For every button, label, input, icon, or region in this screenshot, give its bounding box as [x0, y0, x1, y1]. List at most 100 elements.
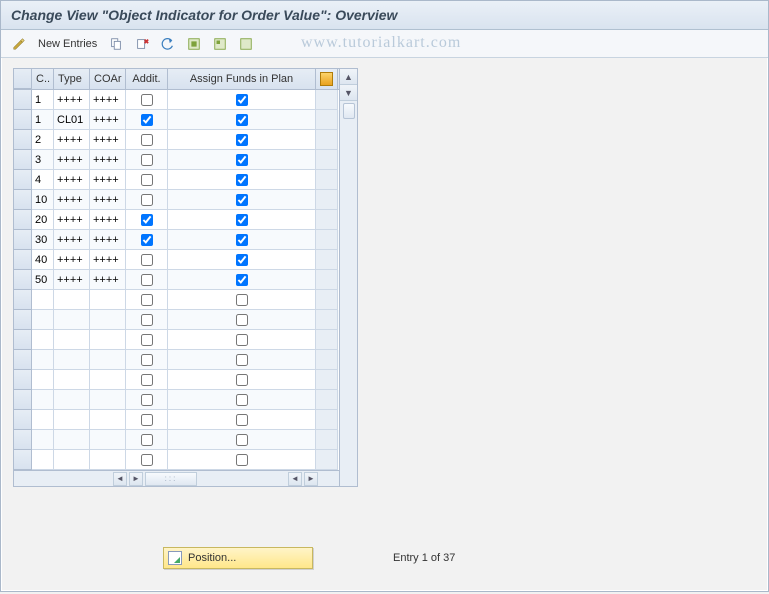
cell-c[interactable]: 1 [32, 90, 54, 110]
cell-coar[interactable]: ++++ [90, 130, 126, 150]
table-row[interactable]: 20++++++++ [14, 210, 339, 230]
afp-checkbox[interactable] [236, 114, 248, 126]
col-header-type[interactable]: Type [54, 69, 90, 89]
cell-coar[interactable] [90, 450, 126, 470]
afp-checkbox[interactable] [236, 294, 248, 306]
afp-checkbox[interactable] [236, 334, 248, 346]
table-row[interactable]: 1CL01++++ [14, 110, 339, 130]
cell-c[interactable] [32, 430, 54, 450]
delete-icon[interactable] [130, 34, 154, 54]
vertical-scrollbar[interactable]: ▲ ▼ [339, 69, 357, 486]
select-block-icon[interactable] [208, 34, 232, 54]
table-row[interactable]: 50++++++++ [14, 270, 339, 290]
cell-coar[interactable] [90, 370, 126, 390]
addit-checkbox[interactable] [141, 214, 153, 226]
afp-checkbox[interactable] [236, 354, 248, 366]
cell-type[interactable]: ++++ [54, 230, 90, 250]
vscroll-down-icon[interactable]: ▼ [340, 85, 357, 101]
addit-checkbox[interactable] [141, 354, 153, 366]
cell-c[interactable]: 1 [32, 110, 54, 130]
addit-checkbox[interactable] [141, 134, 153, 146]
table-row[interactable] [14, 430, 339, 450]
cell-coar[interactable]: ++++ [90, 270, 126, 290]
afp-checkbox[interactable] [236, 434, 248, 446]
cell-c[interactable] [32, 410, 54, 430]
hscroll-right2-icon[interactable]: ► [304, 472, 318, 486]
addit-checkbox[interactable] [141, 154, 153, 166]
cell-c[interactable]: 50 [32, 270, 54, 290]
undo-icon[interactable] [156, 34, 180, 54]
deselect-all-icon[interactable] [234, 34, 258, 54]
row-selector[interactable] [14, 390, 32, 410]
row-selector[interactable] [14, 330, 32, 350]
afp-checkbox[interactable] [236, 414, 248, 426]
copy-as-icon[interactable] [104, 34, 128, 54]
configure-columns-button[interactable] [316, 69, 338, 89]
afp-checkbox[interactable] [236, 154, 248, 166]
cell-type[interactable] [54, 310, 90, 330]
cell-c[interactable] [32, 450, 54, 470]
row-selector[interactable] [14, 270, 32, 290]
select-all-icon[interactable] [182, 34, 206, 54]
cell-coar[interactable]: ++++ [90, 90, 126, 110]
cell-type[interactable] [54, 450, 90, 470]
new-entries-button[interactable]: New Entries [33, 34, 102, 54]
table-row[interactable]: 3++++++++ [14, 150, 339, 170]
cell-coar[interactable] [90, 330, 126, 350]
cell-coar[interactable]: ++++ [90, 170, 126, 190]
cell-c[interactable] [32, 350, 54, 370]
table-row[interactable] [14, 290, 339, 310]
cell-coar[interactable] [90, 390, 126, 410]
cell-c[interactable] [32, 390, 54, 410]
cell-c[interactable]: 4 [32, 170, 54, 190]
table-row[interactable]: 4++++++++ [14, 170, 339, 190]
cell-coar[interactable]: ++++ [90, 210, 126, 230]
addit-checkbox[interactable] [141, 334, 153, 346]
afp-checkbox[interactable] [236, 454, 248, 466]
cell-coar[interactable]: ++++ [90, 110, 126, 130]
row-selector[interactable] [14, 130, 32, 150]
cell-coar[interactable] [90, 290, 126, 310]
col-header-addit[interactable]: Addit. [126, 69, 168, 89]
cell-coar[interactable]: ++++ [90, 250, 126, 270]
cell-type[interactable] [54, 410, 90, 430]
cell-coar[interactable]: ++++ [90, 230, 126, 250]
addit-checkbox[interactable] [141, 274, 153, 286]
table-row[interactable] [14, 390, 339, 410]
cell-c[interactable]: 20 [32, 210, 54, 230]
position-button[interactable]: Position... [163, 547, 313, 569]
hscroll-left-icon[interactable]: ◄ [113, 472, 127, 486]
cell-coar[interactable] [90, 410, 126, 430]
vscroll-thumb[interactable] [343, 103, 355, 119]
afp-checkbox[interactable] [236, 194, 248, 206]
row-selector[interactable] [14, 350, 32, 370]
addit-checkbox[interactable] [141, 294, 153, 306]
afp-checkbox[interactable] [236, 214, 248, 226]
cell-type[interactable]: ++++ [54, 90, 90, 110]
table-row[interactable]: 40++++++++ [14, 250, 339, 270]
cell-c[interactable]: 10 [32, 190, 54, 210]
cell-type[interactable]: ++++ [54, 170, 90, 190]
cell-type[interactable]: ++++ [54, 250, 90, 270]
cell-c[interactable]: 2 [32, 130, 54, 150]
table-row[interactable]: 1++++++++ [14, 90, 339, 110]
table-row[interactable]: 10++++++++ [14, 190, 339, 210]
row-selector[interactable] [14, 150, 32, 170]
afp-checkbox[interactable] [236, 94, 248, 106]
cell-c[interactable]: 3 [32, 150, 54, 170]
cell-type[interactable]: ++++ [54, 270, 90, 290]
afp-checkbox[interactable] [236, 274, 248, 286]
col-header-afp[interactable]: Assign Funds in Plan [168, 69, 316, 89]
toggle-edit-icon[interactable] [7, 34, 31, 54]
cell-type[interactable]: ++++ [54, 150, 90, 170]
afp-checkbox[interactable] [236, 374, 248, 386]
cell-type[interactable] [54, 390, 90, 410]
cell-type[interactable]: ++++ [54, 210, 90, 230]
row-selector[interactable] [14, 430, 32, 450]
cell-type[interactable]: ++++ [54, 130, 90, 150]
afp-checkbox[interactable] [236, 254, 248, 266]
hscroll-right-icon[interactable]: ► [129, 472, 143, 486]
row-selector[interactable] [14, 170, 32, 190]
cell-type[interactable] [54, 290, 90, 310]
table-row[interactable] [14, 450, 339, 470]
